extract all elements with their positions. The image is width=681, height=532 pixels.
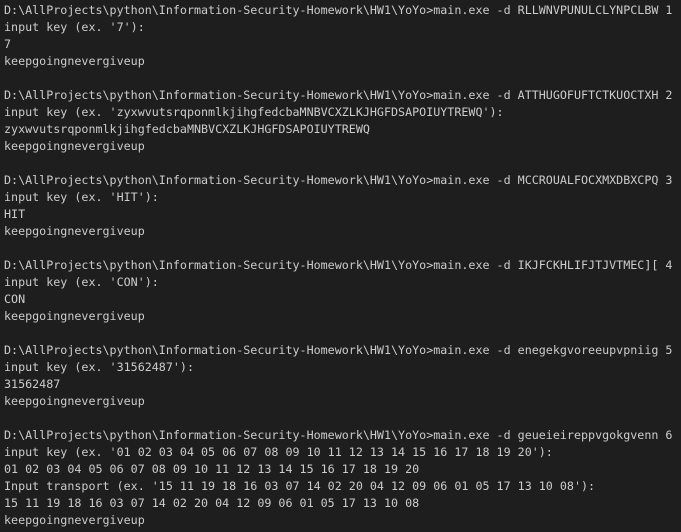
terminal-line: HIT — [4, 207, 26, 221]
terminal-line: 31562487 — [4, 377, 61, 391]
terminal-line: 15 11 19 18 16 03 07 14 02 20 04 12 09 0… — [4, 496, 420, 510]
terminal-line: keepgoingnevergiveup — [4, 394, 145, 408]
terminal-line: zyxwvutsrqponmlkjihgfedcbaMNBVCXZLKJHGFD… — [4, 122, 370, 136]
terminal-line: keepgoingnevergiveup — [4, 54, 145, 68]
terminal-line: input key (ex. '01 02 03 04 05 06 07 08 … — [4, 445, 553, 459]
terminal-line: input key (ex. '7'): — [4, 20, 145, 34]
terminal-line: CON — [4, 292, 26, 306]
terminal-line: D:\AllProjects\python\Information-Securi… — [4, 3, 673, 17]
terminal-line: D:\AllProjects\python\Information-Securi… — [4, 173, 673, 187]
terminal-line: D:\AllProjects\python\Information-Securi… — [4, 343, 673, 357]
terminal-line: 7 — [4, 37, 12, 51]
terminal-line: keepgoingnevergiveup — [4, 224, 145, 238]
terminal-line: D:\AllProjects\python\Information-Securi… — [4, 428, 673, 442]
terminal-line: input key (ex. 'zyxwvutsrqponmlkjihgfedc… — [4, 105, 504, 119]
terminal-line: input key (ex. '31562487'): — [4, 360, 194, 374]
terminal-line: 01 02 03 04 05 06 07 08 09 10 11 12 13 1… — [4, 462, 420, 476]
terminal-line: D:\AllProjects\python\Information-Securi… — [4, 258, 673, 272]
terminal-line: keepgoingnevergiveup — [4, 139, 145, 153]
terminal-window[interactable]: D:\AllProjects\python\Information-Securi… — [0, 0, 681, 532]
terminal-line: keepgoingnevergiveup — [4, 309, 145, 323]
terminal-line: input key (ex. 'HIT'): — [4, 190, 159, 204]
terminal-line: Input transport (ex. '15 11 19 18 16 03 … — [4, 479, 596, 493]
terminal-line: input key (ex. 'CON'): — [4, 275, 159, 289]
terminal-line: keepgoingnevergiveup — [4, 513, 145, 527]
terminal-line: D:\AllProjects\python\Information-Securi… — [4, 88, 673, 102]
